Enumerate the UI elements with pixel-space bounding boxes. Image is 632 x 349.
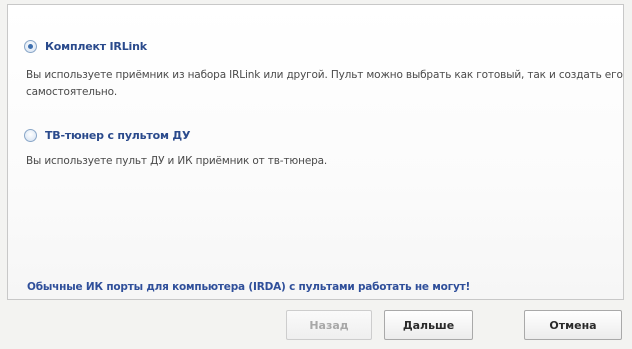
option-tv-tuner-description: Вы используете пульт ДУ и ИК приёмник от… (26, 155, 328, 167)
option-tv-tuner[interactable]: ТВ-тюнер с пультом ДУ (24, 129, 190, 142)
option-tv-tuner-label[interactable]: ТВ-тюнер с пультом ДУ (45, 129, 190, 142)
cancel-button[interactable]: Отмена (524, 310, 622, 340)
radio-tv-tuner[interactable] (24, 129, 37, 142)
radio-irlink[interactable] (24, 40, 37, 53)
content-panel: Комплект IRLink Вы используете приёмник … (7, 4, 624, 300)
option-irlink-description: Вы используете приёмник из набора IRLink… (26, 69, 623, 98)
next-button[interactable]: Дальше (384, 310, 473, 340)
irda-warning-note: Обычные ИК порты для компьютера (IRDA) с… (27, 281, 471, 293)
back-button[interactable]: Назад (286, 310, 372, 340)
option-irlink[interactable]: Комплект IRLink (24, 40, 147, 53)
option-irlink-label[interactable]: Комплект IRLink (45, 40, 147, 53)
button-bar: Назад Дальше Отмена (0, 310, 632, 342)
dialog-window: Комплект IRLink Вы используете приёмник … (0, 0, 632, 349)
